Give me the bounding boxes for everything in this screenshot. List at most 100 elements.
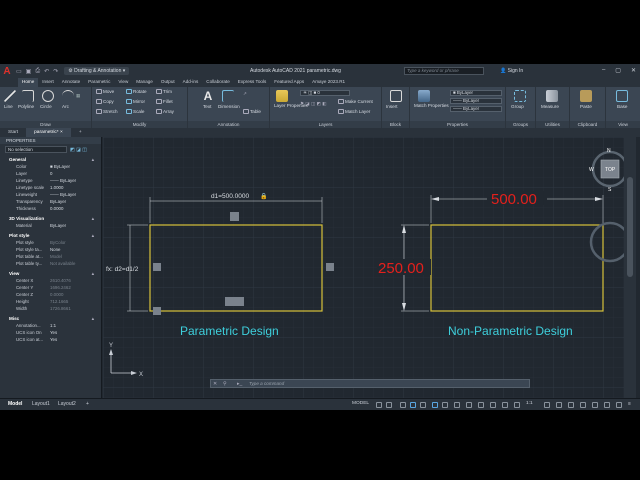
- color-dropdown[interactable]: ■ ByLayer: [450, 90, 502, 96]
- selection-cycling-icon[interactable]: [478, 402, 484, 408]
- tab-start[interactable]: Start: [0, 128, 26, 137]
- prop-row[interactable]: Linetype scale 1.0000: [0, 185, 101, 191]
- polyline-icon[interactable]: [22, 90, 34, 102]
- snap-icon[interactable]: [386, 402, 392, 408]
- polyline-button[interactable]: Polyline: [18, 104, 34, 109]
- utilities-panel-label[interactable]: Utilities: [536, 121, 569, 128]
- param-width-dim-label[interactable]: d1=500.0000: [211, 193, 250, 200]
- quick-select-icon[interactable]: ◩ ◪ ◫: [70, 147, 87, 153]
- tab-annotate[interactable]: Annotate: [58, 78, 84, 87]
- groups-panel-label[interactable]: Groups: [506, 121, 535, 128]
- annotation-scale[interactable]: 1:1: [526, 401, 533, 406]
- section-general[interactable]: General ▴: [2, 157, 98, 163]
- table-button[interactable]: Table: [243, 109, 261, 115]
- measure-button[interactable]: Measure: [541, 104, 559, 109]
- match-layer-button[interactable]: Match Layer: [338, 109, 370, 115]
- workspace-selector[interactable]: ⚙ Drafting & Annotation ▾: [64, 67, 130, 75]
- prop-row[interactable]: Plot style ByColor: [0, 240, 101, 246]
- copy-button[interactable]: Copy: [96, 99, 114, 105]
- tab-collaborate[interactable]: Collaborate: [202, 78, 234, 87]
- dimension-icon[interactable]: [222, 90, 234, 102]
- line-icon[interactable]: [4, 90, 16, 102]
- paste-icon[interactable]: [580, 90, 592, 102]
- prop-row[interactable]: Center Y 1696.2462: [0, 285, 101, 291]
- sign-in-button[interactable]: 👤 Sign In: [500, 68, 523, 74]
- view-panel-label[interactable]: View: [606, 121, 640, 128]
- prop-row[interactable]: Height 712.1665: [0, 299, 101, 305]
- new-tab-button[interactable]: +: [71, 128, 90, 137]
- prop-row[interactable]: Layer 0: [0, 171, 101, 177]
- mirror-button[interactable]: Mirror: [126, 99, 145, 105]
- tab-add-ins[interactable]: Add-ins: [179, 78, 203, 87]
- rotate-button[interactable]: Rotate: [126, 89, 147, 95]
- arc-icon[interactable]: [62, 90, 74, 102]
- prop-row[interactable]: Transparency ByLayer: [0, 199, 101, 205]
- object-snap-tracking-icon[interactable]: [432, 402, 438, 408]
- customize-command-icon[interactable]: ⚲: [223, 381, 227, 387]
- constraint-grip[interactable]: [153, 307, 161, 315]
- prop-row[interactable]: Linetype —— ByLayer: [0, 178, 101, 184]
- lock-ui-icon[interactable]: [592, 402, 598, 408]
- circle-icon[interactable]: [42, 90, 54, 102]
- open-icon[interactable]: ▭: [16, 68, 22, 75]
- prop-row[interactable]: UCS icon at... Yes: [0, 337, 101, 343]
- section-misc[interactable]: Misc ▴: [2, 316, 98, 322]
- nonparam-height-dim-label[interactable]: 250.00: [378, 260, 424, 277]
- lineweight-icon[interactable]: [454, 402, 460, 408]
- array-button[interactable]: Array: [156, 109, 174, 115]
- prop-row[interactable]: UCS icon On Yes: [0, 330, 101, 336]
- prop-row[interactable]: Plot style ta... None: [0, 247, 101, 253]
- layers-panel-label[interactable]: Layers: [270, 121, 381, 128]
- draw-more-icon[interactable]: ▦: [76, 93, 80, 99]
- base-button[interactable]: Base: [617, 104, 627, 109]
- line-button[interactable]: Line: [4, 104, 13, 109]
- redo-icon[interactable]: ↷: [53, 68, 58, 75]
- draw-panel-label[interactable]: Draw: [0, 121, 91, 128]
- model-space-toggle[interactable]: MODEL: [352, 401, 369, 406]
- layout1-tab[interactable]: Layout1: [32, 401, 50, 407]
- prop-row[interactable]: Width 1726.8661: [0, 306, 101, 312]
- layout2-tab[interactable]: Layout2: [58, 401, 76, 407]
- paste-button[interactable]: Paste: [580, 104, 592, 109]
- add-layout-button[interactable]: +: [86, 401, 89, 407]
- leader-icon[interactable]: ↗: [243, 91, 247, 97]
- clean-screen-icon[interactable]: [616, 402, 622, 408]
- workspace-switch-icon[interactable]: [544, 402, 550, 408]
- tab-parametric-drawing[interactable]: parametric* ×: [26, 128, 71, 137]
- ortho-icon[interactable]: [400, 402, 406, 408]
- match-properties-icon[interactable]: [418, 90, 430, 102]
- lineweight-dropdown[interactable]: —— ByLayer: [450, 106, 502, 112]
- maximize-icon[interactable]: ▢: [615, 67, 621, 74]
- section-plot-style[interactable]: Plot style ▴: [2, 233, 98, 239]
- prop-row[interactable]: Plot table at... Model: [0, 254, 101, 260]
- make-current-button[interactable]: Make Current: [338, 99, 373, 105]
- annotation-visibility-icon[interactable]: [502, 402, 508, 408]
- isodraft-icon[interactable]: [420, 402, 426, 408]
- tab-manage[interactable]: Manage: [132, 78, 157, 87]
- move-button[interactable]: Move: [96, 89, 114, 95]
- group-icon[interactable]: [514, 90, 526, 102]
- model-layout-tab[interactable]: Model: [8, 401, 22, 407]
- dimension-button[interactable]: Dimension: [218, 104, 240, 109]
- dynamic-ucs-icon[interactable]: [490, 402, 496, 408]
- units-icon[interactable]: [568, 402, 574, 408]
- group-button[interactable]: Group: [511, 104, 524, 109]
- insert-button[interactable]: Insert: [386, 104, 398, 109]
- tab-view[interactable]: View: [114, 78, 132, 87]
- section-3d-visualization[interactable]: 3D Visualization ▴: [2, 216, 98, 222]
- prop-row[interactable]: Color ■ ByLayer: [0, 164, 101, 170]
- prop-row[interactable]: Thickness 0.0000: [0, 206, 101, 212]
- tab-home[interactable]: Home: [18, 78, 39, 87]
- tab-insert[interactable]: Insert: [38, 78, 58, 87]
- tab-output[interactable]: Output: [157, 78, 179, 87]
- close-command-icon[interactable]: ✕: [213, 381, 217, 387]
- command-input[interactable]: Type a command: [249, 381, 284, 387]
- param-height-dim-label[interactable]: fx: d2=d1/2: [106, 266, 139, 273]
- insert-icon[interactable]: [390, 90, 402, 102]
- circle-button[interactable]: Circle: [40, 104, 52, 109]
- prop-row[interactable]: Center Z 0.0000: [0, 292, 101, 298]
- minimize-icon[interactable]: –: [602, 67, 605, 74]
- text-icon[interactable]: A: [202, 90, 214, 102]
- tab-close-icon[interactable]: ×: [60, 130, 63, 135]
- tab-amaye[interactable]: Amaye 2023.R1: [308, 78, 349, 87]
